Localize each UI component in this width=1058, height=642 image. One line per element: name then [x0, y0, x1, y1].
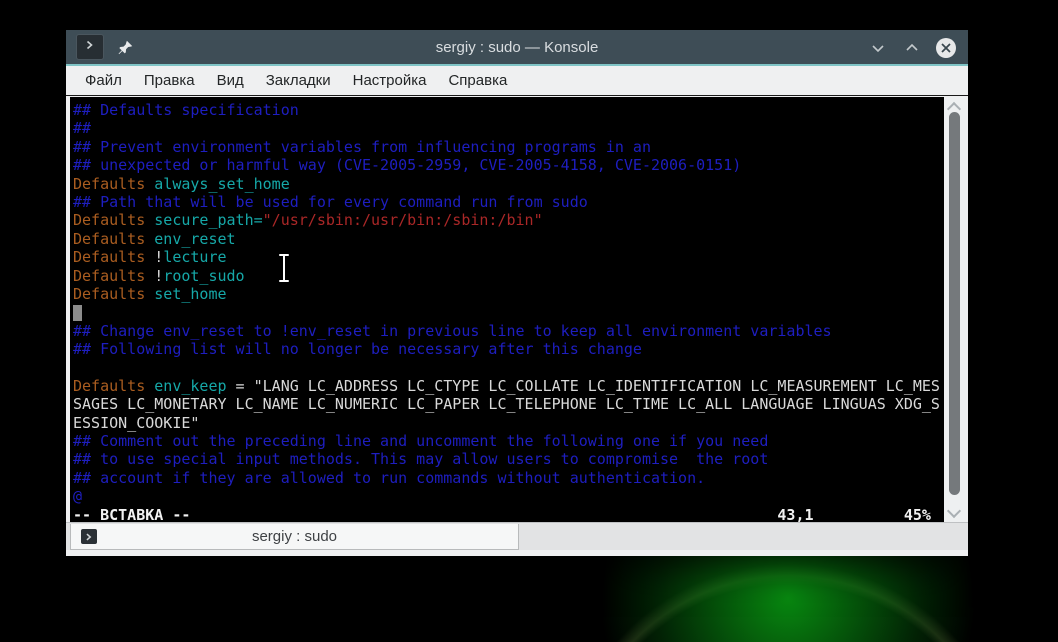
terminal-line: Defaults env_keep = "LANG LC_ADDRESS LC_… — [73, 376, 940, 395]
terminal-line: ## unexpected or harmful way (CVE-2005-2… — [73, 156, 742, 175]
terminal-line: ## Following list will no longer be nece… — [73, 340, 642, 359]
menu-item-1[interactable]: Файл — [74, 68, 133, 93]
titlebar[interactable]: sergiy : sudo — Konsole — [66, 30, 968, 66]
terminal-line: ## to use special input methods. This ma… — [73, 450, 769, 469]
text-cursor — [73, 305, 82, 322]
menu-bar: Файл Правка Вид Закладки Настройка Справка — [66, 66, 968, 96]
scroll-up-icon[interactable] — [946, 100, 962, 117]
menu-item-3[interactable]: Вид — [206, 68, 255, 93]
tab-bar: sergiy : sudo — [66, 522, 968, 550]
scroll-down-icon[interactable] — [946, 503, 962, 519]
scrollbar-thumb[interactable] — [949, 112, 960, 495]
terminal-line: @ — [73, 487, 83, 506]
terminal-line: Defaults set_home — [73, 284, 227, 303]
tab-label: sergiy : sudo — [251, 528, 338, 545]
scrollbar[interactable] — [944, 97, 966, 522]
menu-item-5[interactable]: Настройка — [342, 68, 438, 93]
menu-item-6[interactable]: Справка — [437, 68, 518, 93]
close-button[interactable] — [934, 36, 958, 60]
konsole-prompt-icon — [81, 529, 97, 544]
konsole-prompt-icon — [84, 38, 96, 56]
terminal-line: Defaults secure_path="/usr/sbin:/usr/bin… — [73, 211, 543, 230]
terminal-line: ## Prevent environment variables from in… — [73, 137, 651, 156]
terminal-line: Defaults always_set_home — [73, 174, 290, 193]
terminal-line: ## — [73, 119, 92, 138]
terminal-line: Defaults !lecture — [73, 248, 227, 267]
terminal-line — [73, 303, 944, 322]
menu-item-2[interactable]: Правка — [133, 68, 206, 93]
tab-sergiy-sudo[interactable]: sergiy : sudo — [70, 524, 519, 550]
minimize-button[interactable] — [866, 36, 890, 60]
terminal-line: ## Change env_reset to !env_reset in pre… — [73, 321, 832, 340]
konsole-window: sergiy : sudo — Konsole Файл Правка Вид Зак… — [66, 30, 968, 556]
terminal-line: ## Comment out the preceding line and un… — [73, 432, 769, 451]
terminal-line: ESSION_COOKIE" — [73, 413, 200, 432]
terminal-line: ## Path that will be used for every comm… — [73, 192, 588, 211]
window-menu-button[interactable] — [76, 34, 104, 60]
maximize-button[interactable] — [900, 36, 924, 60]
terminal-line: Defaults env_reset — [73, 229, 236, 248]
window-title: sergiy : sudo — Konsole — [435, 38, 599, 56]
terminal-line: SAGES LC_MONETARY LC_NAME LC_NUMERIC LC_… — [73, 395, 940, 414]
terminal-line: -- ВСТАВКА -- 43,1 45% — [73, 505, 931, 522]
menu-item-4[interactable]: Закладки — [255, 68, 342, 93]
pin-icon[interactable] — [116, 38, 134, 56]
terminal-screen[interactable]: ## Defaults specification ## ## Prevent en… — [70, 97, 944, 522]
terminal-line: ## Defaults specification — [73, 101, 299, 119]
terminal-line: ## account if they are allowed to run co… — [73, 468, 706, 487]
terminal-line: Defaults !root_sudo — [73, 266, 245, 285]
